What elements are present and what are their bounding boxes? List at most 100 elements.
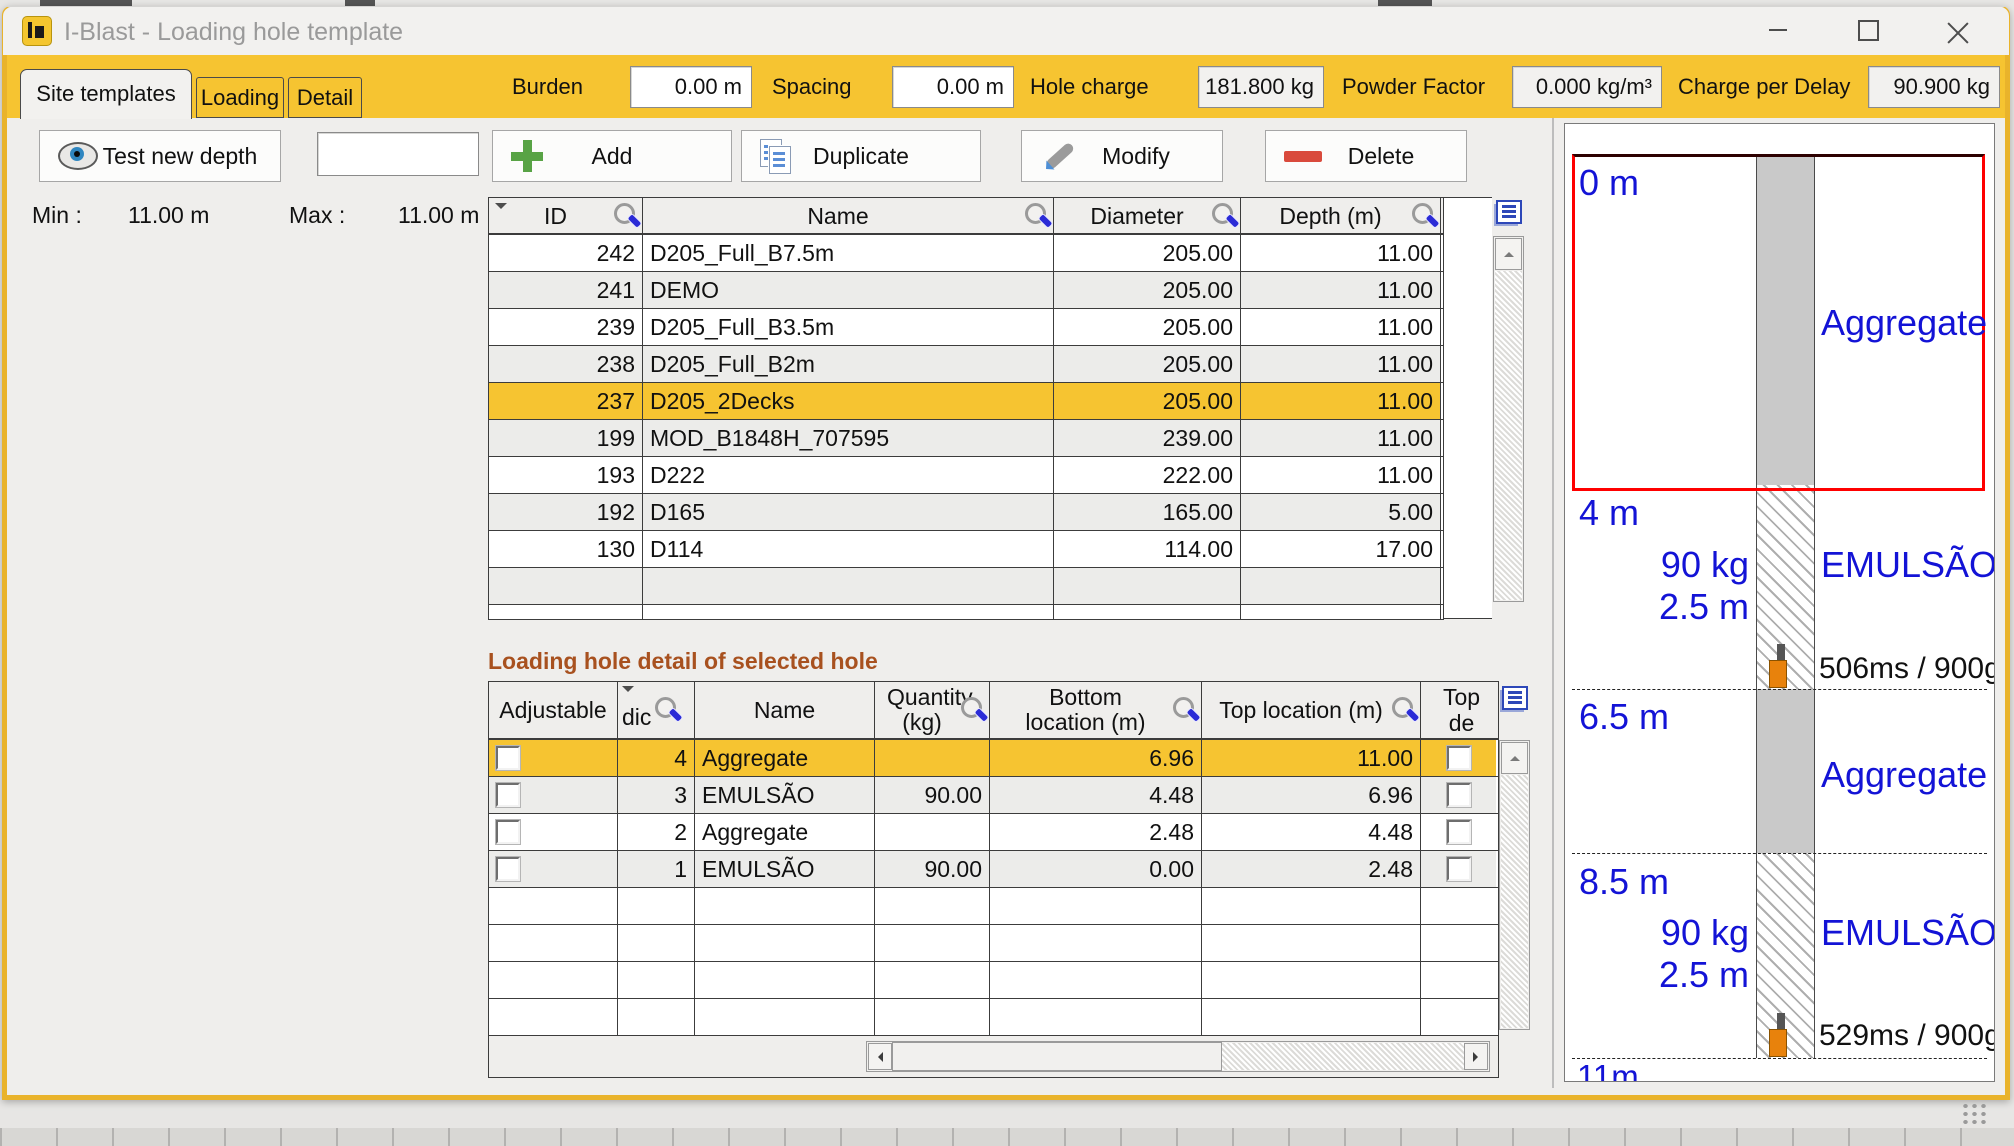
table-row[interactable]: 238D205_Full_B2m205.0011.00	[489, 346, 1443, 383]
minimize-button[interactable]	[1746, 7, 1810, 53]
scroll-track[interactable]	[1501, 775, 1528, 1028]
filter-dic-icon[interactable]	[654, 697, 680, 723]
filter-diameter-icon[interactable]	[1211, 203, 1237, 229]
col-header-top-location[interactable]: Top location (m)	[1202, 682, 1421, 738]
scroll-up-button[interactable]	[1495, 238, 1522, 270]
sort-icon[interactable]	[495, 203, 507, 215]
detail-row-empty[interactable]	[489, 962, 1498, 999]
panel-divider	[1552, 118, 1554, 1088]
scroll-left-button[interactable]	[868, 1043, 892, 1070]
detonator-icon	[1765, 1013, 1795, 1057]
modify-button[interactable]: Modify	[1021, 130, 1223, 182]
add-button[interactable]: Add	[492, 130, 732, 182]
depth-input[interactable]	[317, 132, 479, 176]
duplicate-button[interactable]: Duplicate	[741, 130, 981, 182]
col-header-top-de[interactable]: Top de	[1421, 682, 1496, 738]
detail-row[interactable]: 1EMULSÃO 90.000.00 2.48	[489, 851, 1498, 888]
deck1-material-label: Aggregate	[1821, 302, 1987, 344]
col-header-diameter[interactable]: Diameter	[1054, 198, 1241, 233]
delete-label: Delete	[1348, 143, 1414, 170]
detail-row[interactable]: 2Aggregate 2.48 4.48	[489, 814, 1498, 851]
table-row[interactable]: 193D222222.0011.00	[489, 457, 1443, 494]
table-row[interactable]: 130D114114.0017.00	[489, 531, 1443, 568]
test-new-depth-button[interactable]: Test new depth	[39, 130, 281, 182]
deck2-length-label: 2.5 m	[1625, 586, 1749, 628]
table-menu-icon[interactable]	[1502, 686, 1528, 710]
background-window-edge	[0, 1128, 2014, 1146]
minimize-icon	[1769, 29, 1787, 31]
tab-site-templates[interactable]: Site templates	[20, 69, 192, 119]
filter-id-icon[interactable]	[613, 203, 639, 229]
filter-bottom-icon[interactable]	[1172, 697, 1198, 723]
table-spacer	[1442, 197, 1492, 619]
col-header-adjustable[interactable]: Adjustable	[489, 682, 618, 738]
burden-field[interactable]: 0.00 m	[630, 66, 752, 108]
deck-boundary-8-5m	[1572, 853, 1987, 854]
detail-row-empty[interactable]	[489, 925, 1498, 962]
table-row[interactable]: 199MOD_B1848H_707595239.0011.00	[489, 420, 1443, 457]
close-button[interactable]	[1926, 7, 1990, 53]
table-row[interactable]: 192D165165.005.00	[489, 494, 1443, 531]
col-header-id[interactable]: ID	[489, 198, 643, 233]
detail-row[interactable]: 3EMULSÃO 90.004.48 6.96	[489, 777, 1498, 814]
duplicate-label: Duplicate	[813, 143, 909, 170]
col-header-name[interactable]: Name	[643, 198, 1054, 233]
depth-mark-4m: 4 m	[1579, 492, 1639, 534]
maximize-button[interactable]	[1836, 7, 1900, 53]
detail-table-scrollbar[interactable]	[1499, 740, 1530, 1030]
deck4-charge-label: 90 kg	[1625, 912, 1749, 954]
col-header-quantity[interactable]: Quantity (kg)	[875, 682, 990, 738]
top-de-checkbox[interactable]	[1447, 746, 1471, 770]
charge-per-delay-value: 90.900 kg	[1868, 66, 2000, 108]
scroll-track[interactable]	[1222, 1043, 1465, 1070]
scroll-right-button[interactable]	[1464, 1043, 1488, 1070]
spacing-field[interactable]: 0.00 m	[892, 66, 1014, 108]
sort-icon[interactable]	[622, 686, 634, 698]
burden-label: Burden	[512, 74, 583, 100]
detonator-icon	[1765, 644, 1795, 688]
top-de-checkbox[interactable]	[1447, 857, 1471, 881]
delete-button[interactable]: Delete	[1265, 130, 1467, 182]
templates-table-scrollbar[interactable]	[1493, 236, 1524, 602]
table-row[interactable]: 241DEMO205.0011.00	[489, 272, 1443, 309]
top-de-checkbox[interactable]	[1447, 783, 1471, 807]
templates-table: ID Name Diameter Depth (m) 242D205_Full_…	[488, 197, 1444, 620]
tab-detail[interactable]: Detail	[288, 77, 362, 118]
tab-loading[interactable]: Loading	[196, 77, 284, 118]
scroll-track[interactable]	[1495, 271, 1522, 600]
templates-table-header: ID Name Diameter Depth (m)	[489, 198, 1443, 235]
table-row-empty[interactable]	[489, 605, 1443, 620]
filter-name-icon[interactable]	[1024, 203, 1050, 229]
depth-mark-6-5m: 6.5 m	[1579, 696, 1669, 738]
deck-mid-aggregate	[1757, 689, 1814, 853]
col-header-dic[interactable]: dic	[618, 682, 695, 738]
detail-row-empty[interactable]	[489, 888, 1498, 925]
filter-quantity-icon[interactable]	[960, 697, 986, 723]
detail-row-empty[interactable]	[489, 999, 1498, 1036]
adjustable-checkbox[interactable]	[496, 746, 520, 770]
detail-row-selected[interactable]: 4Aggregate 6.96 11.00	[489, 740, 1498, 777]
adjustable-checkbox[interactable]	[496, 783, 520, 807]
top-de-checkbox[interactable]	[1447, 820, 1471, 844]
table-menu-icon[interactable]	[1496, 200, 1522, 224]
filter-top-icon[interactable]	[1391, 697, 1417, 723]
close-icon	[1948, 20, 1968, 40]
adjustable-checkbox[interactable]	[496, 820, 520, 844]
detail-horizontal-scrollbar[interactable]	[866, 1041, 1490, 1072]
scroll-thumb[interactable]	[892, 1042, 1222, 1071]
filter-depth-icon[interactable]	[1411, 203, 1437, 229]
app-icon	[22, 16, 52, 46]
adjustable-checkbox[interactable]	[496, 857, 520, 881]
table-row-selected[interactable]: 237D205_2Decks205.0011.00	[489, 383, 1443, 420]
table-row-empty[interactable]	[489, 568, 1443, 605]
col-header-depth[interactable]: Depth (m)	[1241, 198, 1441, 233]
resize-grip	[1962, 1104, 1988, 1126]
charge-per-delay-label: Charge per Delay	[1678, 74, 1850, 100]
scroll-up-button[interactable]	[1501, 742, 1528, 774]
table-row[interactable]: 242D205_Full_B7.5m205.0011.00	[489, 235, 1443, 272]
col-header-detail-name[interactable]: Name	[695, 682, 875, 738]
depth-mark-8-5m: 8.5 m	[1579, 861, 1669, 903]
eye-icon	[58, 142, 98, 170]
col-header-bottom-location[interactable]: Bottom location (m)	[990, 682, 1202, 738]
table-row[interactable]: 239D205_Full_B3.5m205.0011.00	[489, 309, 1443, 346]
